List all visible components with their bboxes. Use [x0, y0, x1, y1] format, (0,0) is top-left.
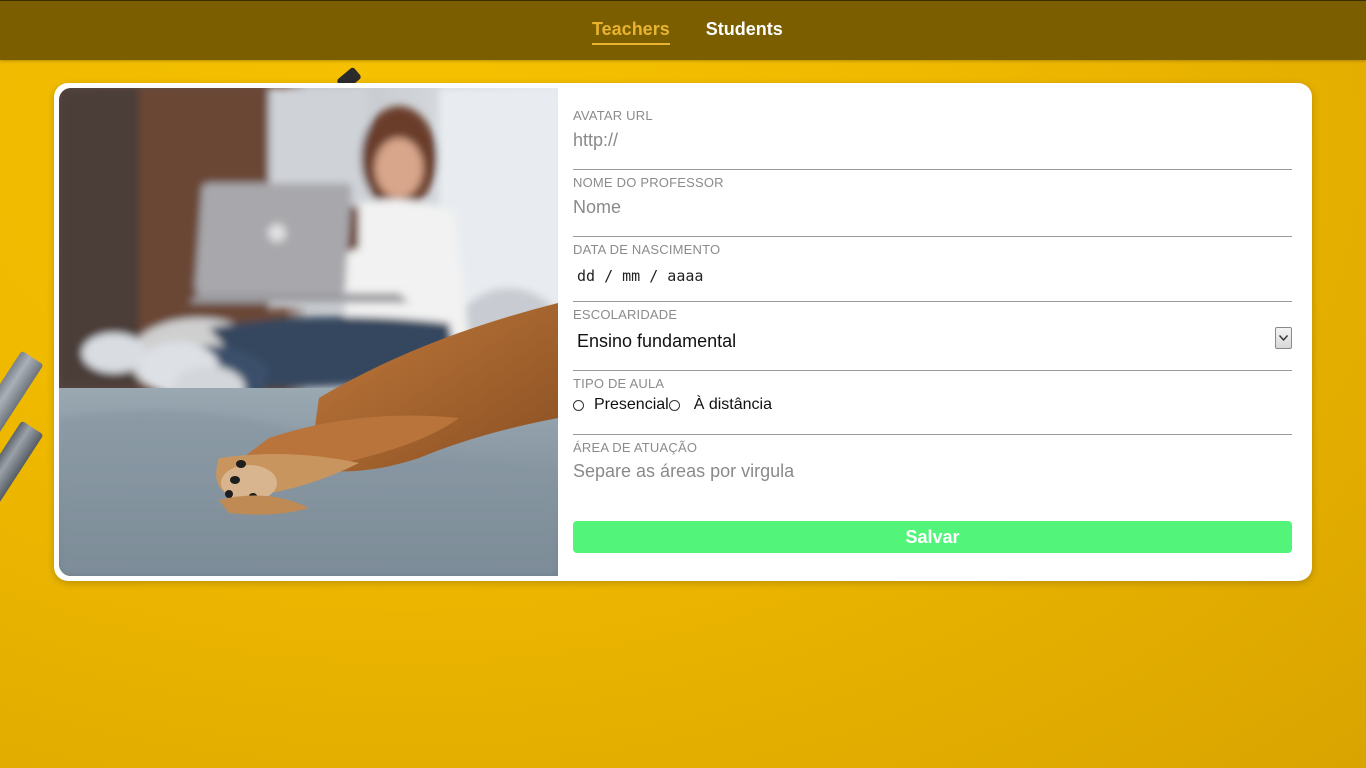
- top-navbar: Teachers Students: [0, 0, 1366, 60]
- save-button[interactable]: Salvar: [573, 521, 1292, 553]
- birthdate-label: DATA DE NASCIMENTO: [573, 242, 721, 257]
- area-input[interactable]: [573, 461, 1273, 482]
- birthdate-field: DATA DE NASCIMENTO dd / mm / aaaa: [573, 242, 1292, 302]
- radio-distancia-label: À distância: [693, 396, 772, 413]
- education-label: ESCOLARIDADE: [573, 307, 678, 322]
- radio-circle-icon[interactable]: [573, 399, 584, 411]
- class-type-label: TIPO DE AULA: [573, 376, 665, 391]
- nav-links: Teachers Students: [592, 19, 783, 45]
- birthdate-input[interactable]: dd / mm / aaaa: [577, 267, 703, 285]
- pencil-decoration: [0, 420, 44, 536]
- education-select[interactable]: Ensino fundamental: [577, 331, 736, 352]
- teacher-name-input[interactable]: [573, 197, 1273, 218]
- teacher-photo: [59, 88, 558, 576]
- area-field: ÁREA DE ATUAÇÃO: [573, 440, 1292, 500]
- radio-presencial-label: Presencial: [594, 396, 669, 413]
- avatar-url-field: AVATAR URL: [573, 108, 1292, 170]
- class-type-field: TIPO DE AULA Presencial À distância: [573, 376, 1292, 435]
- avatar-url-label: AVATAR URL: [573, 108, 653, 123]
- teacher-form-card: AVATAR URL NOME DO PROFESSOR DATA DE NAS…: [54, 83, 1312, 581]
- nav-link-students[interactable]: Students: [706, 19, 783, 45]
- area-label: ÁREA DE ATUAÇÃO: [573, 440, 698, 455]
- education-field: ESCOLARIDADE Ensino fundamental: [573, 307, 1292, 371]
- teacher-name-field: NOME DO PROFESSOR: [573, 175, 1292, 237]
- class-type-radio-group: Presencial À distância: [573, 396, 772, 414]
- radio-presencial[interactable]: Presencial: [573, 396, 669, 414]
- woman-with-laptop-and-dog-photo: [59, 88, 558, 576]
- nav-link-teachers[interactable]: Teachers: [592, 19, 670, 45]
- radio-circle-icon[interactable]: [668, 399, 680, 411]
- chevron-down-icon[interactable]: [1275, 327, 1292, 349]
- avatar-url-input[interactable]: [573, 130, 1273, 151]
- teacher-form: AVATAR URL NOME DO PROFESSOR DATA DE NAS…: [573, 83, 1292, 581]
- teacher-name-label: NOME DO PROFESSOR: [573, 175, 724, 190]
- radio-distancia[interactable]: À distância: [668, 396, 772, 414]
